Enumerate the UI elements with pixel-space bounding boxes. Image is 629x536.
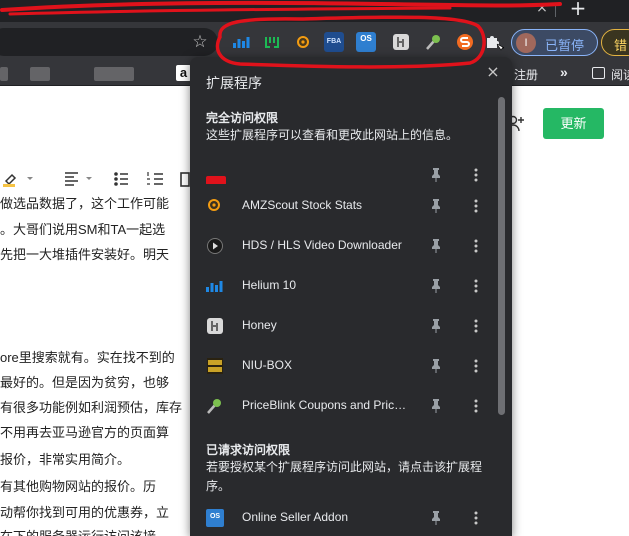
requested-access-desc: 若要授权某个扩展程序访问此网站，请点击该扩展程序。 [206,460,483,493]
more-options-icon[interactable] [473,510,479,526]
update-button[interactable]: 更新 [543,108,604,139]
browser-window: × + ☆ FBA OS I 已暂停 错 a 注册 » 阅 更新 做选品数据了，… [0,0,629,536]
tab-separator [555,3,556,17]
play-icon [206,237,224,255]
amazon-bookmark-icon[interactable]: a [176,65,191,81]
pin-icon[interactable] [429,167,443,183]
full-access-desc: 这些扩展程序可以查看和更改此网站上的信息。 [206,128,459,142]
doc-text-line: 。大哥们说用SM和TA一起选 [0,222,166,237]
redacted-icon [206,166,226,185]
more-options-icon[interactable] [473,167,479,183]
extension-row[interactable]: Honey [190,306,500,346]
chevron-down-icon [86,177,92,180]
pin-icon[interactable] [429,198,443,214]
extension-name: NIU-BOX [242,358,293,372]
reading-list-label[interactable]: 阅读 [611,66,629,83]
niubox-icon [206,357,224,375]
bookmark-item-blurred[interactable] [30,67,50,81]
amzscout-icon [206,197,224,215]
amzscout-icon[interactable] [293,32,313,52]
bookmark-register[interactable]: 注册 [514,66,538,83]
requested-access-title: 已请求访问权限 [206,443,291,457]
sellersprite-icon[interactable] [455,32,475,52]
more-bookmarks-chevron-icon[interactable]: » [560,64,568,80]
pricebllink-icon [206,397,224,415]
bookmark-item-blurred[interactable] [0,67,8,81]
doc-text-line: 动帮你找到可用的优惠券，立 [0,505,170,520]
more-options-icon[interactable] [473,278,479,294]
extension-row[interactable]: HDS / HLS Video Downloader [190,226,500,266]
extension-row[interactable]: AMZScout Stock Stats [190,186,500,226]
honey-icon [206,317,224,335]
extension-name: HDS / HLS Video Downloader [242,238,402,252]
extension-name: Helium 10 [242,278,297,292]
more-options-icon[interactable] [473,398,479,414]
chevron-down-icon [27,177,33,180]
avatar: I [516,33,536,53]
pricebllink-icon[interactable] [423,32,443,52]
indent-icon [180,172,190,187]
extension-name: Honey [242,318,277,332]
doc-text-line: 报价，非常实用简介。 [0,452,131,467]
bookmark-star-icon[interactable]: ☆ [189,31,211,53]
pin-icon[interactable] [429,510,443,526]
pin-icon[interactable] [429,358,443,374]
doc-text-line: 不用再去亚马逊官方的页面算 [0,425,170,440]
helium10-icon[interactable] [231,32,251,52]
online-seller-addon-icon: OS [206,509,224,527]
full-access-title: 完全访问权限 [206,111,279,125]
extensions-popup: 扩展程序 × 完全访问权限 这些扩展程序可以查看和更改此网站上的信息。 AMZS… [190,57,512,536]
extension-row[interactable]: Helium 10 [190,266,500,306]
pin-icon[interactable] [429,238,443,254]
junglescout-icon[interactable] [262,32,282,52]
profile-button[interactable]: I 已暂停 [511,29,598,56]
doc-text-line: 做选品数据了，这个工作可能 [0,196,170,211]
fba-icon[interactable]: FBA [324,32,344,52]
popup-scrollbar[interactable] [498,97,505,415]
extension-row[interactable]: NIU-BOX [190,346,500,386]
doc-text-line: 先把一大堆插件安装好。明天 [0,247,170,262]
error-button[interactable]: 错 [601,29,629,56]
more-options-icon[interactable] [473,318,479,334]
online-seller-addon-icon[interactable]: OS [356,32,376,52]
reading-list-icon[interactable] [592,67,605,79]
more-options-icon[interactable] [473,198,479,214]
numbered-list-icon [147,172,163,185]
bookmark-item-blurred[interactable] [94,67,134,81]
more-options-icon[interactable] [473,238,479,254]
extension-row[interactable]: OS Online Seller Addon [190,498,500,536]
pin-icon[interactable] [429,278,443,294]
pin-icon[interactable] [429,398,443,414]
bullet-list-icon [114,172,128,186]
helium10-icon [206,277,224,295]
extension-row[interactable]: PriceBlink Coupons and Price Comparison [190,386,500,426]
address-bar[interactable] [0,28,218,56]
highlight-icon [3,173,17,187]
doc-text-line: 在下的服务器运行访问该接 [0,528,156,536]
honey-icon[interactable] [391,32,411,52]
popup-title: 扩展程序 [206,75,262,91]
doc-text-line: 最好的。但是因为贫穷，也够 [0,375,170,390]
pin-icon[interactable] [429,318,443,334]
extension-name: PriceBlink Coupons and Price Comparison [242,398,412,412]
tab-close-icon[interactable]: × [533,0,551,18]
new-tab-button[interactable]: + [567,0,589,19]
browser-toolbar: ☆ FBA OS I 已暂停 错 [0,22,629,62]
format-toolbar [0,167,200,191]
doc-text-line: 有很多功能例如利润预估，库存 [0,400,183,415]
doc-text-line: ore里搜索就有。实在找不到的 [0,350,175,365]
tab-strip: × + [0,0,629,22]
extension-name: Online Seller Addon [242,510,349,524]
svg-text:OS: OS [210,513,220,520]
close-icon[interactable]: × [484,63,502,81]
align-left-icon [65,172,78,186]
profile-status-label: 已暂停 [545,38,585,53]
more-options-icon[interactable] [473,358,479,374]
error-label: 错 [614,38,628,53]
doc-text-line: 有其他购物网站的报价。历 [0,479,157,494]
extension-name: AMZScout Stock Stats [242,198,363,212]
extensions-puzzle-icon[interactable] [484,32,505,52]
